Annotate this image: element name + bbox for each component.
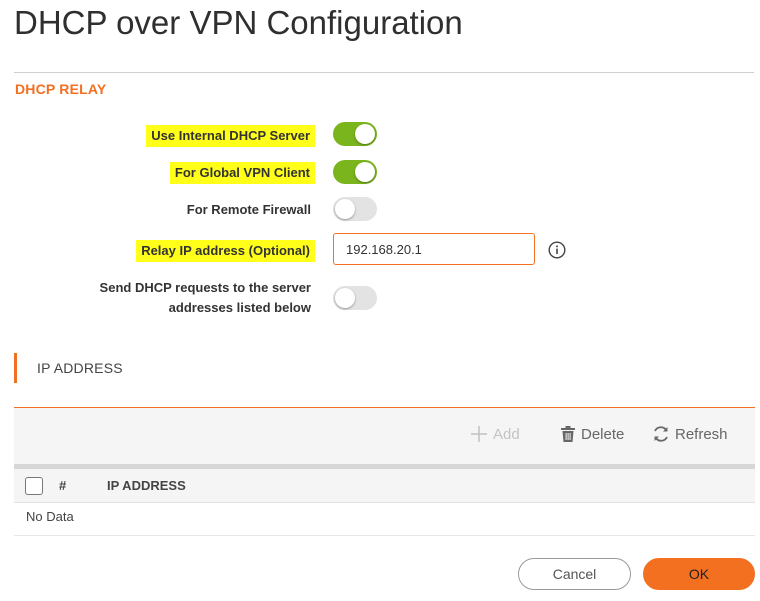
ok-button[interactable]: OK (643, 558, 755, 590)
toggle-remote-firewall[interactable] (333, 197, 377, 221)
toggle-send-dhcp-requests[interactable] (333, 286, 377, 310)
info-icon[interactable] (548, 241, 566, 259)
trash-icon (561, 426, 575, 442)
label-global-vpn-client: For Global VPN Client (173, 162, 311, 184)
table-bottom-border (14, 535, 755, 536)
add-button[interactable]: Add (470, 425, 520, 443)
label-send-dhcp-line2: addresses listed below (168, 300, 311, 315)
label-send-dhcp-line1: Send DHCP requests to the server (99, 280, 311, 295)
column-header-ip-address[interactable]: IP ADDRESS (107, 478, 186, 493)
toggle-knob (355, 162, 375, 182)
delete-button[interactable]: Delete (560, 425, 624, 443)
delete-label: Delete (581, 425, 625, 443)
relay-ip-input[interactable] (333, 233, 535, 265)
section-title-dhcp-relay: DHCP RELAY (15, 81, 107, 97)
select-all-checkbox[interactable] (25, 477, 43, 495)
refresh-button[interactable]: Refresh (652, 425, 728, 443)
add-label: Add (493, 425, 520, 443)
toggle-global-vpn-client[interactable] (333, 160, 377, 184)
label-use-internal-dhcp: Use Internal DHCP Server (150, 125, 311, 147)
column-header-index: # (59, 478, 67, 493)
table-header: # IP ADDRESS (14, 469, 755, 503)
toggle-knob (335, 288, 355, 308)
grid-toolbar: Add Delete Refresh (14, 408, 755, 464)
dialog-title: DHCP over VPN Configuration (14, 4, 463, 41)
toggle-knob (335, 199, 355, 219)
table-empty-text: No Data (26, 509, 74, 524)
label-remote-firewall: For Remote Firewall (186, 202, 311, 217)
refresh-icon (654, 426, 668, 442)
toggle-knob (355, 124, 375, 144)
refresh-label: Refresh (675, 425, 728, 443)
cancel-button[interactable]: Cancel (518, 558, 631, 590)
toggle-use-internal-dhcp[interactable] (333, 122, 377, 146)
label-relay-ip: Relay IP address (Optional) (140, 240, 311, 262)
section-title-ip-address: IP ADDRESS (14, 353, 123, 383)
plus-icon (471, 426, 487, 442)
title-divider (14, 72, 754, 73)
